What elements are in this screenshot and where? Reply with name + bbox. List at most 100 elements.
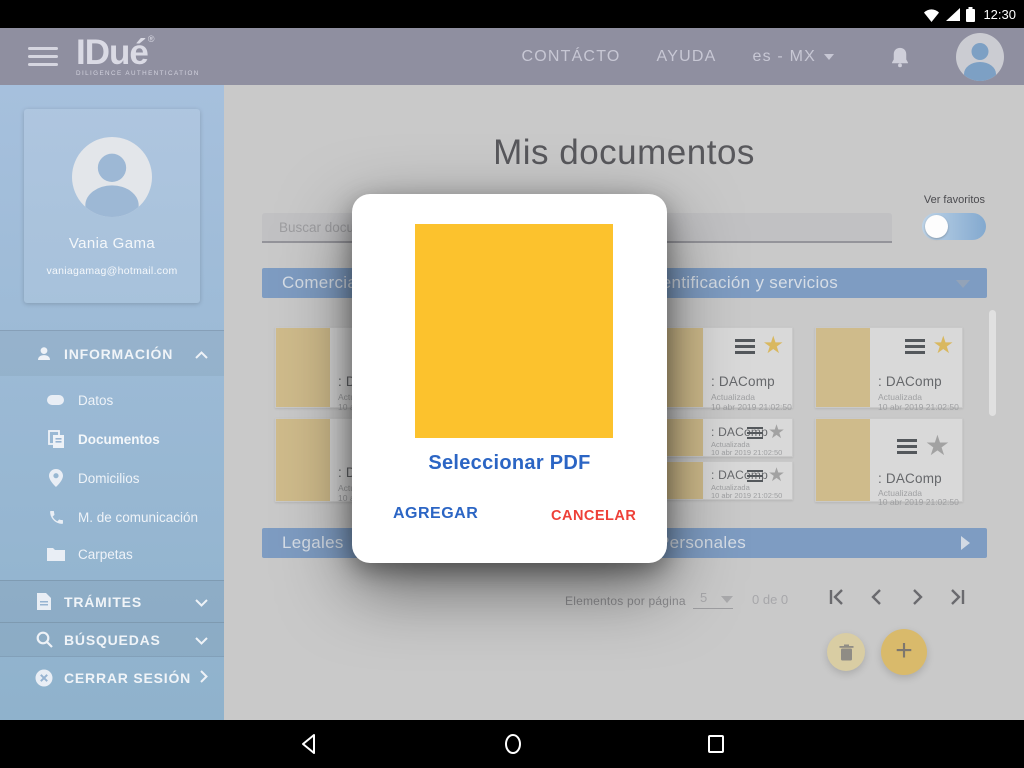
sidebar-section-label: TRÁMITES <box>64 594 142 610</box>
back-button[interactable] <box>299 733 319 755</box>
cancelar-button[interactable]: CANCELAR <box>551 508 636 524</box>
document-card[interactable]: ★ : DAComp Actualizada 10 abr 2019 21:02… <box>815 418 963 502</box>
section-header-personales[interactable]: Personales <box>630 528 987 558</box>
agregar-button[interactable]: AGREGAR <box>393 505 478 523</box>
favorite-star-icon[interactable]: ★ <box>768 467 785 484</box>
sidebar-item-label: Documentos <box>78 432 160 447</box>
sidebar-item-domicilios[interactable]: Domicilios <box>0 459 224 497</box>
items-per-page-select[interactable]: 5 <box>693 588 733 609</box>
sidebar-logout[interactable]: CERRAR SESIÓN <box>0 656 224 698</box>
last-page-icon[interactable] <box>947 587 967 607</box>
language-value: es - MX <box>752 48 816 66</box>
favorite-star-icon[interactable]: ★ <box>768 424 785 441</box>
sidebar: Vania Gama vaniagamag@hotmail.com INFORM… <box>0 85 224 720</box>
language-selector[interactable]: es - MX <box>752 48 834 66</box>
favorites-toggle-label: Ver favoritos <box>924 194 985 206</box>
card-menu-icon[interactable] <box>897 436 917 457</box>
document-card[interactable]: : DAComp ★ Actualizada 10 abr 2019 21:02… <box>648 461 793 500</box>
sidebar-item-datos[interactable]: Datos <box>0 381 224 419</box>
id-card-icon <box>46 394 66 406</box>
hamburger-menu-icon[interactable] <box>28 42 58 71</box>
sidebar-section-tramites[interactable]: TRÁMITES <box>0 580 224 622</box>
section-header-identificacion[interactable]: Identificación y servicios <box>630 268 987 298</box>
folder-icon <box>46 547 66 561</box>
card-menu-icon[interactable] <box>747 424 763 442</box>
items-per-page-label: Elementos por página <box>565 594 686 608</box>
document-thumbnail <box>816 328 870 407</box>
trash-icon <box>839 644 854 661</box>
toggle-knob <box>925 215 948 238</box>
sidebar-section-label: CERRAR SESIÓN <box>64 670 191 686</box>
first-page-icon[interactable] <box>827 587 847 607</box>
document-card[interactable]: ★ : DAComp Actualizada 10 abr 2019 21:02… <box>815 327 963 408</box>
sidebar-item-label: Datos <box>78 393 113 408</box>
android-nav-bar <box>0 720 1024 768</box>
sidebar-section-label: BÚSQUEDAS <box>64 632 161 648</box>
user-avatar[interactable] <box>956 33 1004 81</box>
home-button[interactable] <box>503 733 523 755</box>
logo-text: IDué <box>76 33 148 72</box>
document-card[interactable]: : DAComp ★ Actualizada 10 abr 2019 21:02… <box>648 418 793 457</box>
battery-icon <box>966 7 975 22</box>
profile-card: Vania Gama vaniagamag@hotmail.com <box>24 109 200 303</box>
document-date: 10 abr 2019 21:02:50 <box>711 402 792 412</box>
card-menu-icon[interactable] <box>747 467 763 485</box>
document-updated-label: Actualizada <box>711 392 755 402</box>
document-thumbnail <box>816 419 870 501</box>
sidebar-item-comunicacion[interactable]: M. de comunicación <box>0 498 224 536</box>
chevron-down-icon <box>824 54 834 60</box>
document-thumbnail <box>276 419 330 501</box>
document-title: : DAComp <box>878 374 942 389</box>
app-header: IDué® DILIGENCE AUTHENTICATION CONTÁCTO … <box>0 28 1024 85</box>
nav-help-link[interactable]: AYUDA <box>657 48 717 66</box>
sidebar-item-label: Domicilios <box>78 471 140 486</box>
profile-name: Vania Gama <box>24 235 200 252</box>
section-label: Legales <box>282 533 344 552</box>
search-icon <box>34 631 54 648</box>
android-status-bar: 12:30 <box>0 0 1024 28</box>
card-menu-icon[interactable] <box>735 336 755 357</box>
document-date: 10 abr 2019 21:02:50 <box>878 402 959 412</box>
sidebar-section-label: INFORMACIÓN <box>64 346 173 362</box>
vertical-scrollbar[interactable] <box>989 310 996 416</box>
recents-button[interactable] <box>707 734 725 754</box>
app-logo: IDué® DILIGENCE AUTHENTICATION <box>76 35 200 77</box>
add-document-button[interactable]: + <box>881 629 927 675</box>
sidebar-section-busquedas[interactable]: BÚSQUEDAS <box>0 622 224 656</box>
select-pdf-dialog: Seleccionar PDF AGREGAR CANCELAR <box>352 194 667 563</box>
app-screen: 12:30 IDué® DILIGENCE AUTHENTICATION CON… <box>0 0 1024 768</box>
favorite-star-icon[interactable]: ★ <box>925 434 950 458</box>
document-date: 10 abr 2019 21:02:50 <box>711 448 782 457</box>
chevron-up-icon <box>195 346 208 362</box>
sidebar-item-documentos[interactable]: Documentos <box>0 420 224 458</box>
delete-button[interactable] <box>827 633 865 671</box>
plus-icon: + <box>895 636 913 666</box>
favorites-toggle[interactable] <box>922 213 986 240</box>
items-per-page-value: 5 <box>700 590 707 605</box>
favorite-star-icon[interactable]: ★ <box>932 335 954 357</box>
document-title: : DAComp <box>711 374 775 389</box>
page-title: Mis documentos <box>224 133 1024 173</box>
sidebar-section-informacion[interactable]: INFORMACIÓN <box>0 330 224 376</box>
card-menu-icon[interactable] <box>905 336 925 357</box>
triangle-down-icon <box>721 596 733 603</box>
notifications-bell-icon[interactable] <box>890 46 910 68</box>
sidebar-item-carpetas[interactable]: Carpetas <box>0 535 224 573</box>
document-updated-label: Actualizada <box>878 392 922 402</box>
dialog-title: Seleccionar PDF <box>352 452 667 475</box>
next-page-icon[interactable] <box>907 587 927 607</box>
logo-tagline: DILIGENCE AUTHENTICATION <box>76 71 200 77</box>
triangle-right-icon <box>961 536 970 550</box>
wifi-icon <box>923 7 940 22</box>
nav-contact-link[interactable]: CONTÁCTO <box>521 48 620 66</box>
previous-page-icon[interactable] <box>867 587 887 607</box>
pagination-controls <box>827 587 967 607</box>
document-card[interactable]: ★ : DAComp Actualizada 10 abr 2019 21:02… <box>648 327 793 408</box>
document-date: 10 abr 2019 21:02:50 <box>711 491 782 500</box>
favorite-star-icon[interactable]: ★ <box>762 335 784 357</box>
chevron-down-icon <box>195 632 208 648</box>
document-date: 10 abr 2019 21:02:50 <box>878 497 959 507</box>
sidebar-item-label: Carpetas <box>78 547 133 562</box>
profile-email: vaniagamag@hotmail.com <box>24 265 200 277</box>
pdf-preview-thumbnail <box>415 224 613 438</box>
